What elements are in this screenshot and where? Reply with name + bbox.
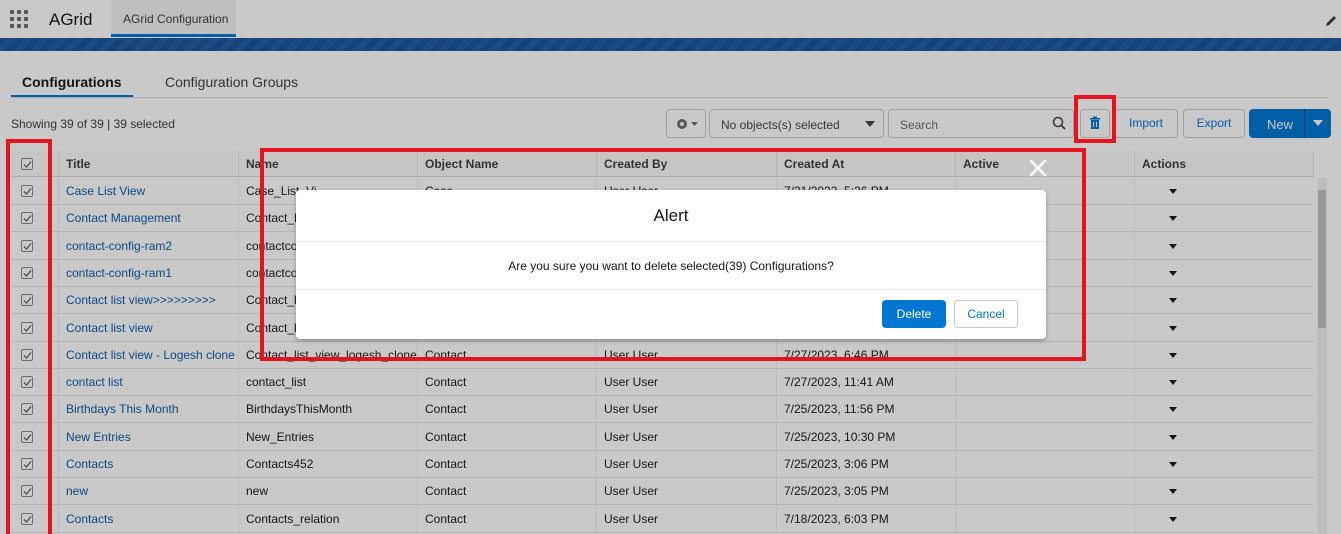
annotation-checkbox-column [6,139,52,534]
annotation-delete-button [1074,95,1116,143]
annotation-alert-dialog [260,148,1086,361]
